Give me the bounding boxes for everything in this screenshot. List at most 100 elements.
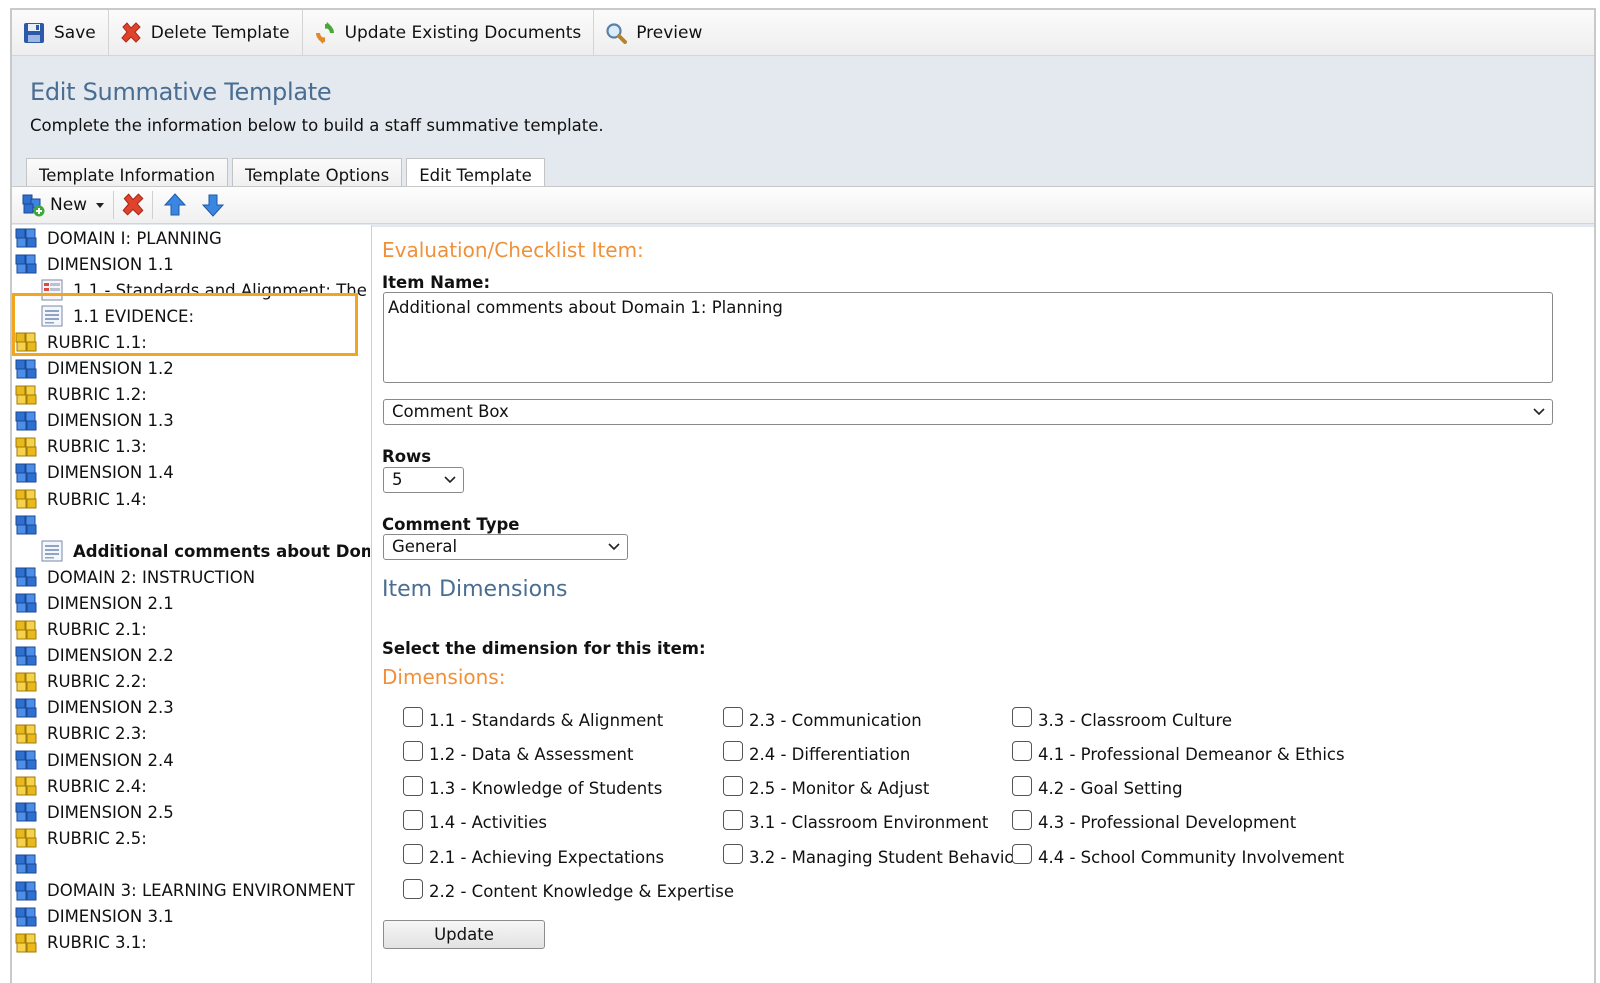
tree-item[interactable]: DIMENSION 2.2 bbox=[14, 643, 370, 669]
dimension-checkbox[interactable] bbox=[403, 775, 423, 796]
delete-template-button[interactable]: Delete Template bbox=[109, 10, 303, 56]
save-button[interactable]: Save bbox=[12, 10, 109, 56]
tree-item-label: DIMENSION 2.4 bbox=[47, 750, 174, 770]
move-up-button[interactable] bbox=[163, 186, 187, 224]
dimension-option[interactable]: 3.3 - Classroom Culture bbox=[1012, 707, 1232, 733]
chevron-down-icon bbox=[1533, 408, 1545, 416]
tree-item[interactable]: DIMENSION 2.5 bbox=[14, 799, 370, 825]
page-subtitle: Complete the information below to build … bbox=[30, 116, 604, 135]
tree-item[interactable]: RUBRIC 2.1: bbox=[14, 617, 370, 643]
tree-item[interactable] bbox=[14, 851, 370, 877]
tree-item-label: DIMENSION 2.1 bbox=[47, 593, 174, 613]
dimension-checkbox[interactable] bbox=[723, 775, 743, 796]
yellow-blocks-icon bbox=[14, 435, 38, 459]
dimension-checkbox[interactable] bbox=[723, 809, 743, 830]
blue-blocks-icon bbox=[14, 252, 38, 276]
yellow-blocks-icon bbox=[14, 774, 38, 798]
tree-item[interactable]: RUBRIC 2.4: bbox=[14, 773, 370, 799]
yellow-blocks-icon bbox=[14, 383, 38, 407]
dimension-option[interactable]: 4.1 - Professional Demeanor & Ethics bbox=[1012, 741, 1345, 767]
tree-item[interactable]: RUBRIC 2.2: bbox=[14, 669, 370, 695]
tree-item[interactable]: RUBRIC 1.3: bbox=[14, 434, 370, 460]
dimension-label: 2.2 - Content Knowledge & Expertise bbox=[429, 882, 735, 901]
item-type-select[interactable]: Comment Box bbox=[383, 399, 1553, 425]
chevron-down-icon bbox=[608, 543, 620, 551]
dimension-option[interactable]: 1.3 - Knowledge of Students bbox=[403, 775, 662, 802]
tree-item[interactable]: Additional comments about Domai bbox=[40, 538, 370, 564]
tree-item-label: DOMAIN 2: INSTRUCTION bbox=[47, 567, 256, 587]
dimension-checkbox[interactable] bbox=[1012, 707, 1032, 727]
dimension-checkbox[interactable] bbox=[1012, 844, 1032, 865]
tree-item[interactable]: DIMENSION 1.2 bbox=[14, 356, 370, 382]
tree-item-label: DIMENSION 1.2 bbox=[47, 359, 174, 378]
dimension-checkbox[interactable] bbox=[723, 707, 743, 727]
new-dropdown-button[interactable]: New bbox=[20, 186, 107, 224]
tree-item[interactable]: RUBRIC 3.1: bbox=[14, 930, 370, 956]
dimension-option[interactable]: 4.2 - Goal Setting bbox=[1012, 775, 1183, 802]
dimension-option[interactable]: 2.5 - Monitor & Adjust bbox=[723, 775, 929, 802]
tree-item[interactable]: DOMAIN 2: INSTRUCTION bbox=[14, 564, 370, 590]
dimension-checkbox[interactable] bbox=[403, 741, 423, 762]
dimension-option[interactable]: 3.1 - Classroom Environment bbox=[723, 809, 989, 836]
dimension-checkbox[interactable] bbox=[1012, 775, 1032, 796]
item-name-textarea[interactable]: Additional comments about Domain 1: Plan… bbox=[383, 292, 1553, 383]
dimension-checkbox[interactable] bbox=[1012, 809, 1032, 830]
tree-item[interactable]: DIMENSION 3.1 bbox=[14, 904, 370, 930]
dimension-option[interactable]: 3.2 - Managing Student Behavior bbox=[723, 844, 1021, 870]
dimension-option[interactable]: 1.1 - Standards & Alignment bbox=[403, 707, 663, 733]
dimension-option[interactable]: 2.2 - Content Knowledge & Expertise bbox=[403, 878, 735, 905]
dimension-checkbox[interactable] bbox=[1012, 741, 1032, 762]
dimension-checkbox[interactable] bbox=[723, 844, 743, 865]
tree-item[interactable]: RUBRIC 1.4: bbox=[14, 486, 370, 512]
dimension-label: 3.1 - Classroom Environment bbox=[749, 813, 989, 833]
tree-item[interactable]: DIMENSION 2.4 bbox=[14, 747, 370, 773]
dimension-checkbox[interactable] bbox=[403, 809, 423, 830]
tree-item[interactable]: RUBRIC 1.1: bbox=[14, 329, 370, 355]
blue-blocks-icon bbox=[14, 461, 38, 485]
tree-item[interactable]: DIMENSION 2.1 bbox=[14, 590, 370, 616]
comment-type-select[interactable]: General bbox=[383, 534, 628, 560]
dimension-option[interactable]: 2.1 - Achieving Expectations bbox=[403, 844, 664, 870]
dimension-checkbox[interactable] bbox=[403, 878, 423, 899]
dimension-label: 1.1 - Standards & Alignment bbox=[429, 710, 664, 730]
tree-item[interactable]: DIMENSION 1.3 bbox=[14, 408, 370, 434]
tree-item-label: RUBRIC 3.1: bbox=[47, 933, 147, 953]
tree-item[interactable]: DIMENSION 1.4 bbox=[14, 460, 370, 486]
tree-item[interactable]: 1.1 EVIDENCE: bbox=[40, 303, 370, 329]
move-down-button[interactable] bbox=[201, 186, 225, 224]
tree-item[interactable]: 1.1 - Standards and Alignment: The te bbox=[40, 277, 370, 303]
dimension-checkbox[interactable] bbox=[403, 844, 423, 865]
tree-item[interactable]: DOMAIN I: PLANNING bbox=[14, 225, 370, 251]
dimension-checkbox[interactable] bbox=[723, 741, 743, 762]
tree-item[interactable]: DIMENSION 2.3 bbox=[14, 695, 370, 721]
dimension-option[interactable]: 2.4 - Differentiation bbox=[723, 741, 910, 767]
tree-item[interactable]: RUBRIC 2.3: bbox=[14, 721, 370, 747]
tree-item[interactable]: RUBRIC 2.5: bbox=[14, 825, 370, 851]
rows-select[interactable]: 5 bbox=[383, 467, 464, 493]
dimension-option[interactable]: 4.3 - Professional Development bbox=[1012, 809, 1296, 836]
magnifier-icon bbox=[606, 22, 628, 44]
tree-item-label: RUBRIC 1.3: bbox=[47, 437, 147, 457]
tree-item[interactable] bbox=[14, 512, 370, 538]
item-dimensions-heading: Item Dimensions bbox=[382, 577, 568, 602]
tree-item-label: DOMAIN I: PLANNING bbox=[47, 228, 222, 248]
update-existing-documents-button[interactable]: Update Existing Documents bbox=[303, 10, 595, 56]
tree-item[interactable]: RUBRIC 1.2: bbox=[14, 382, 370, 408]
floppy-disk-icon bbox=[24, 22, 44, 43]
preview-button[interactable]: Preview bbox=[594, 10, 714, 56]
tree-toolbar: New bbox=[12, 186, 1594, 224]
yellow-blocks-icon bbox=[14, 330, 38, 354]
dimension-option[interactable]: 4.4 - School Community Involvement bbox=[1012, 844, 1344, 870]
tree-item-label: DIMENSION 1.3 bbox=[47, 411, 174, 431]
app-window: Save Delete Template Update Existing Doc… bbox=[10, 8, 1596, 983]
blue-blocks-icon bbox=[14, 357, 38, 381]
section-heading: Evaluation/Checklist Item: bbox=[382, 238, 644, 262]
delete-item-button[interactable] bbox=[120, 186, 146, 224]
dimension-option[interactable]: 2.3 - Communication bbox=[723, 707, 922, 733]
dimension-checkbox[interactable] bbox=[403, 707, 423, 727]
tree-item[interactable]: DOMAIN 3: LEARNING ENVIRONMENT bbox=[14, 878, 370, 904]
dimension-option[interactable]: 1.2 - Data & Assessment bbox=[403, 741, 633, 767]
tree-item[interactable]: DIMENSION 1.1 bbox=[14, 251, 370, 277]
update-button[interactable]: Update bbox=[383, 920, 545, 949]
dimension-option[interactable]: 1.4 - Activities bbox=[403, 809, 547, 836]
